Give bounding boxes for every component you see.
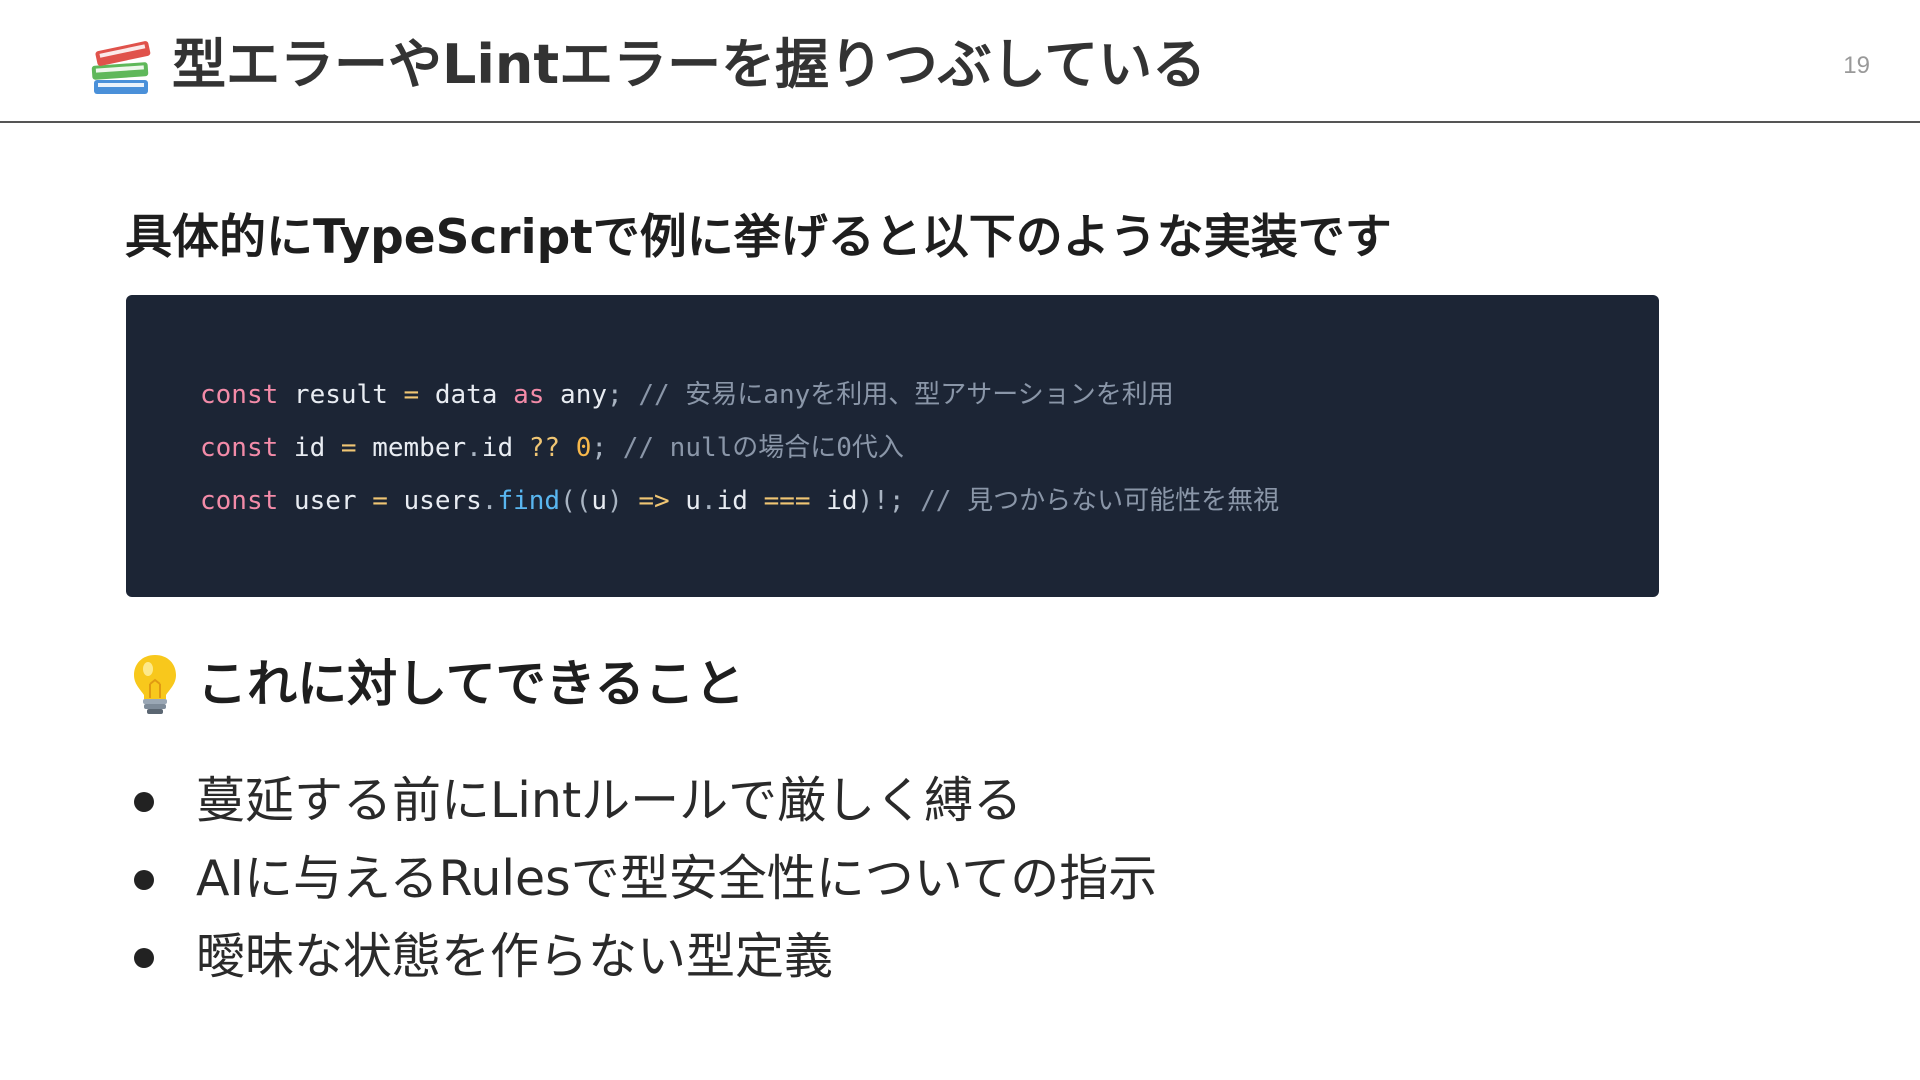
code-token: result	[278, 380, 404, 410]
code-line: const result = data as any; // 安易にanyを利用…	[200, 369, 1659, 422]
list-item: AIに与えるRulesで型安全性についての指示	[130, 840, 1157, 918]
code-token: =>	[638, 486, 670, 516]
books-icon	[91, 41, 151, 94]
code-token: ??	[528, 433, 561, 463]
bullet-dot	[134, 948, 154, 968]
code-token: ((	[560, 486, 592, 516]
bullet-dot	[134, 870, 154, 890]
slide-header: 型エラーやLintエラーを握りつぶしている 19	[0, 0, 1920, 123]
list-item-text: 曖昧な状態を作らない型定義	[196, 928, 834, 985]
code-token: ;	[607, 380, 623, 410]
code-token: .	[700, 486, 717, 516]
list-item: 蔓延する前にLintルールで厳しく縛る	[130, 762, 1157, 840]
code-token: u	[591, 486, 608, 516]
code-line: const id = member.id ?? 0; // nullの場合に0代…	[200, 422, 1659, 475]
code-line: const user = users.find((u) => u.id === …	[200, 475, 1659, 528]
list-item-text: 蔓延する前にLintルールで厳しく縛る	[196, 772, 1023, 829]
list-item-text: AIに与えるRulesで型安全性についての指示	[196, 850, 1158, 907]
code-token: const	[200, 433, 279, 463]
code-token: id	[716, 486, 764, 516]
section-subheading: 具体的にTypeScriptで例に挙げると以下のような実装です	[125, 210, 1392, 265]
tip-heading: これに対してできること	[197, 655, 745, 713]
slide: 型エラーやLintエラーを握りつぶしている 19 具体的にTypeScriptで…	[0, 0, 1920, 1080]
page-number: 19	[1843, 52, 1870, 79]
code-token: // 安易にanyを利用、型アサーションを利用	[622, 380, 1174, 410]
code-block: const result = data as any; // 安易にanyを利用…	[126, 295, 1659, 597]
code-token: as	[513, 380, 545, 410]
code-token: ===	[763, 486, 811, 516]
code-token: // nullの場合に0代入	[607, 433, 904, 463]
code-token: ;	[591, 433, 608, 463]
code-token: any	[544, 380, 608, 410]
code-token: data	[419, 380, 514, 410]
lightbulb-icon	[134, 655, 176, 714]
code-token: .	[466, 433, 482, 463]
bullet-dot	[134, 792, 154, 812]
code-token: id	[278, 433, 341, 463]
code-token: =	[403, 380, 420, 410]
code-token: find	[497, 486, 561, 516]
code-token: )	[607, 486, 623, 516]
code-token: user	[278, 486, 373, 516]
code-token: )!	[857, 486, 889, 516]
code-token: // 見つからない可能性を無視	[904, 486, 1280, 516]
list-item: 曖昧な状態を作らない型定義	[130, 918, 1157, 996]
code-token: =	[340, 433, 357, 463]
tip-row: これに対してできること	[130, 652, 745, 718]
code-token: 0	[575, 433, 592, 463]
code-token: member	[356, 433, 467, 463]
code-token: .	[481, 486, 498, 516]
page-title: 型エラーやLintエラーを握りつぶしている	[172, 33, 1207, 96]
code-token: id	[481, 433, 529, 463]
code-token: ;	[888, 486, 905, 516]
code-token: users	[387, 486, 482, 516]
code-token: =	[372, 486, 388, 516]
code-token: id	[810, 486, 858, 516]
code-token: const	[200, 380, 279, 410]
bullet-list: 蔓延する前にLintルールで厳しく縛る AIに与えるRulesで型安全性について…	[130, 762, 1157, 996]
code-token: const	[200, 486, 279, 516]
code-token: u	[669, 486, 701, 516]
